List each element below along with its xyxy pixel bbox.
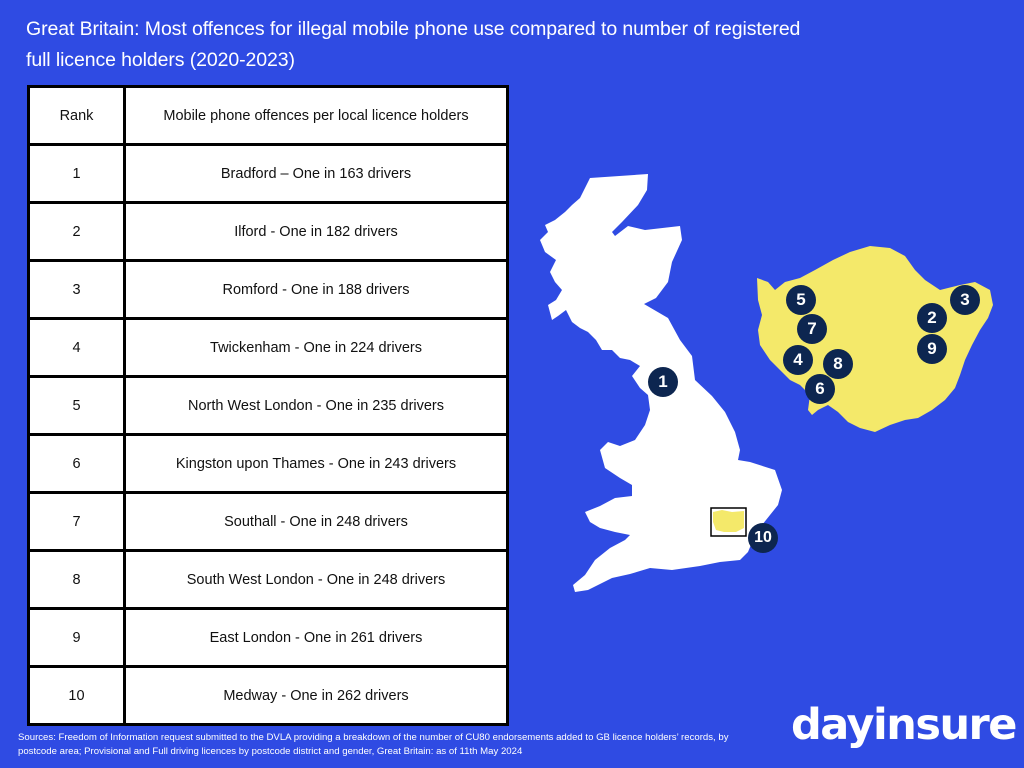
map-marker-6: 6 — [805, 374, 835, 404]
map-marker-1: 1 — [648, 367, 678, 397]
sources-footnote: Sources: Freedom of Information request … — [18, 732, 729, 757]
map-marker-4: 4 — [783, 345, 813, 375]
map-graphic — [540, 174, 993, 592]
dayinsure-logo: dayinsure — [791, 700, 1017, 750]
map-marker-10: 10 — [748, 523, 778, 553]
map-marker-3: 3 — [950, 285, 980, 315]
map-marker-8: 8 — [823, 349, 853, 379]
map-marker-2: 2 — [917, 303, 947, 333]
map-marker-5: 5 — [786, 285, 816, 315]
map-marker-9: 9 — [917, 334, 947, 364]
greater-london-map — [757, 246, 993, 432]
map-marker-7: 7 — [797, 314, 827, 344]
london-inset-shape — [713, 510, 744, 532]
